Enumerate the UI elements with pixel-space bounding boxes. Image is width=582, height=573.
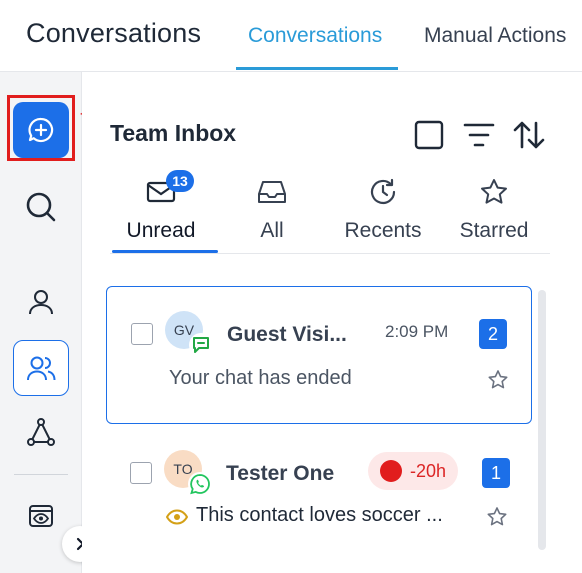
star-icon — [487, 507, 507, 526]
team-button[interactable] — [13, 340, 69, 396]
inbox-panel: Team Inbox Unread 13 All Recents Starred… — [82, 90, 572, 573]
chat-bubble-icon — [193, 337, 209, 353]
unread-badge: 1 — [482, 458, 510, 488]
filter-tab-unread[interactable]: Unread — [106, 174, 216, 254]
active-filter-indicator — [112, 250, 218, 253]
unread-count-badge: 13 — [166, 170, 194, 192]
filter-label: All — [260, 219, 284, 242]
scrollbar[interactable] — [538, 290, 546, 550]
sort-button[interactable] — [512, 118, 546, 152]
filter-tab-all[interactable]: All — [217, 174, 327, 254]
contact-name: Tester One — [226, 462, 335, 485]
channel-badge — [188, 472, 212, 496]
users-icon — [27, 356, 56, 381]
tab-conversations[interactable]: Conversations — [248, 24, 382, 48]
checkbox-icon — [414, 120, 444, 150]
rail-divider — [14, 474, 68, 475]
filter-label: Recents — [344, 219, 422, 242]
conversation-item[interactable]: GV Guest Visi... 2:09 PM 2 Your chat has… — [106, 286, 532, 424]
preview-button[interactable] — [13, 488, 69, 544]
search-icon — [26, 192, 56, 222]
page-title: Conversations — [26, 18, 202, 48]
filter-button[interactable] — [462, 118, 496, 152]
sort-arrows-icon — [513, 121, 545, 149]
eye-icon — [165, 509, 189, 525]
conversation-time: 2:09 PM — [385, 322, 449, 341]
filter-tab-starred[interactable]: Starred — [439, 174, 549, 254]
tab-manual-actions[interactable]: Manual Actions — [424, 24, 566, 48]
filter-lines-icon — [463, 123, 495, 147]
inbox-title: Team Inbox — [110, 120, 237, 146]
search-button[interactable] — [13, 179, 69, 235]
clock-refresh-icon — [370, 178, 396, 205]
app-header: Conversations Conversations Manual Actio… — [0, 0, 582, 72]
whatsapp-icon — [190, 474, 210, 495]
filter-divider — [110, 253, 550, 254]
filter-label: Unread — [126, 219, 196, 242]
sla-label: -20h — [410, 460, 447, 481]
nodes-icon — [27, 418, 55, 446]
conversation-checkbox[interactable] — [130, 462, 152, 484]
inbox-tray-icon — [258, 181, 286, 203]
select-all-checkbox[interactable] — [412, 118, 446, 152]
star-icon — [488, 370, 508, 389]
conversation-item[interactable]: TO Tester One -20h 1 This contact loves … — [106, 442, 532, 573]
filter-tab-recents[interactable]: Recents — [328, 174, 438, 254]
annotation-highlight-box — [7, 95, 75, 161]
star-button[interactable] — [486, 506, 508, 533]
contact-button[interactable] — [13, 274, 69, 330]
preview-eye — [165, 508, 189, 531]
eye-window-icon — [29, 505, 53, 527]
message-preview: Your chat has ended — [169, 367, 352, 389]
network-button[interactable] — [13, 404, 69, 460]
conversation-checkbox[interactable] — [131, 323, 153, 345]
sla-badge: -20h — [368, 452, 459, 490]
user-icon — [29, 290, 53, 315]
sla-status-dot — [380, 460, 402, 482]
contact-name: Guest Visi... — [227, 323, 347, 346]
channel-badge — [189, 333, 213, 357]
star-icon — [481, 179, 507, 204]
message-preview: This contact loves soccer ... — [196, 504, 443, 526]
active-tab-indicator — [236, 67, 398, 70]
unread-badge: 2 — [479, 319, 507, 349]
star-button[interactable] — [487, 369, 509, 396]
filter-label: Starred — [459, 219, 529, 242]
